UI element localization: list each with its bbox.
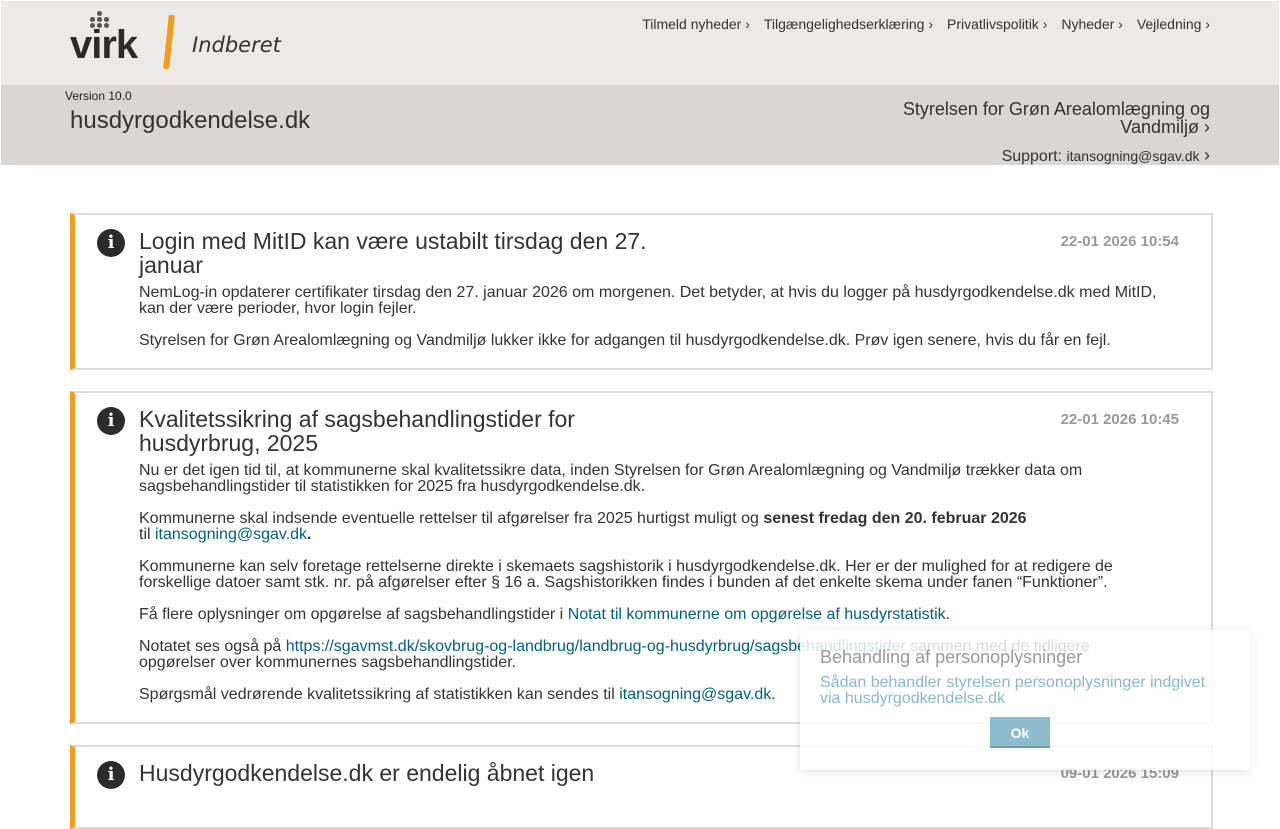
logo-subtitle: Indberet (192, 33, 281, 57)
text: Notatet ses også på (139, 638, 286, 655)
virk-logo[interactable]: virk Indberet (70, 11, 290, 71)
nav-tilgaengelighedserklaering[interactable]: Tilgængelighedserklæring › (764, 16, 933, 32)
chevron-right-icon: › (1204, 117, 1210, 137)
top-navigation: Tilmeld nyheder › Tilgængelighedserklæri… (642, 16, 1210, 32)
support-label: Support: (1001, 148, 1063, 165)
chevron-right-icon: › (1204, 145, 1210, 165)
text: . (771, 686, 776, 703)
support-email-link[interactable]: itansogning@sgav.dk (1067, 148, 1200, 164)
news-body: NemLog-in opdaterer certifikater tirsdag… (139, 285, 1169, 365)
news-paragraph: NemLog-in opdaterer certifikater tirsdag… (139, 284, 1157, 317)
news-paragraph: Kommunerne kan selv foretage rettelserne… (139, 558, 1113, 591)
privacy-notice: Behandling af personoplysninger Sådan be… (800, 630, 1250, 770)
top-header: virk Indberet Tilmeld nyheder › Tilgænge… (1, 1, 1279, 85)
email-link[interactable]: itansogning@sgav.dk (619, 686, 771, 703)
news-paragraph: Få flere oplysninger om opgørelse af sag… (139, 607, 1169, 623)
news-title: Husdyrgodkendelse.dk er endelig åbnet ig… (139, 760, 595, 786)
info-icon: i (97, 229, 125, 257)
privacy-notice-title: Behandling af personoplysninger (820, 647, 1083, 667)
news-title: Login med MitID kan være ustabilt tirsda… (139, 228, 647, 278)
email-link[interactable]: itansogning@sgav.dk (155, 526, 307, 543)
text: . (307, 526, 312, 543)
news-date: 22-01 2026 10:54 (1060, 233, 1179, 250)
info-icon: i (97, 761, 125, 789)
nav-vejledning[interactable]: Vejledning › (1137, 16, 1210, 32)
ok-button[interactable]: Ok (990, 717, 1050, 748)
text: Spørgsmål vedrørende kvalitetssikring af… (139, 686, 620, 703)
text: . (945, 606, 951, 623)
logo-wordmark: virk (70, 23, 138, 67)
logo-divider (163, 15, 175, 69)
support-info: Support: itansogning@sgav.dk › (1002, 145, 1210, 166)
nav-privatlivspolitik[interactable]: Privatlivspolitik › (947, 16, 1047, 32)
news-paragraph: Kommunerne skal indsende eventuelle rett… (139, 511, 1169, 543)
text: Kommunerne skal indsende eventuelle rett… (139, 510, 764, 527)
nav-tilmeld-nyheder[interactable]: Tilmeld nyheder › (642, 16, 750, 32)
news-paragraph: Styrelsen for Grøn Arealomlægning og Van… (139, 332, 1111, 349)
nav-nyheder[interactable]: Nyheder › (1061, 16, 1122, 32)
agency-link[interactable]: Styrelsen for Grøn Arealomlægning og Van… (880, 100, 1210, 136)
agency-link-text[interactable]: Styrelsen for Grøn Arealomlægning og Van… (903, 99, 1210, 137)
news-date: 22-01 2026 10:45 (1060, 411, 1179, 428)
notat-link[interactable]: Notat til kommunerne om opgørelse af hus… (568, 606, 946, 623)
deadline-text: senest fredag den 20. februar 2026 (763, 510, 1027, 527)
privacy-policy-link[interactable]: Sådan behandler styrelsen personoplysnin… (820, 675, 1220, 707)
sub-header: Version 10.0 husdyrgodkendelse.dk Styrel… (1, 85, 1279, 165)
text: til (139, 526, 155, 543)
news-card: i Login med MitID kan være ustabilt tirs… (70, 213, 1213, 370)
site-name[interactable]: husdyrgodkendelse.dk (70, 107, 310, 135)
news-title: Kvalitetssikring af sagsbehandlingstider… (139, 406, 575, 456)
text: Få flere oplysninger om opgørelse af sag… (139, 606, 568, 623)
news-paragraph: Nu er det igen tid til, at kommunerne sk… (139, 462, 1083, 495)
version-label: Version 10.0 (65, 89, 132, 103)
info-icon: i (97, 407, 125, 435)
